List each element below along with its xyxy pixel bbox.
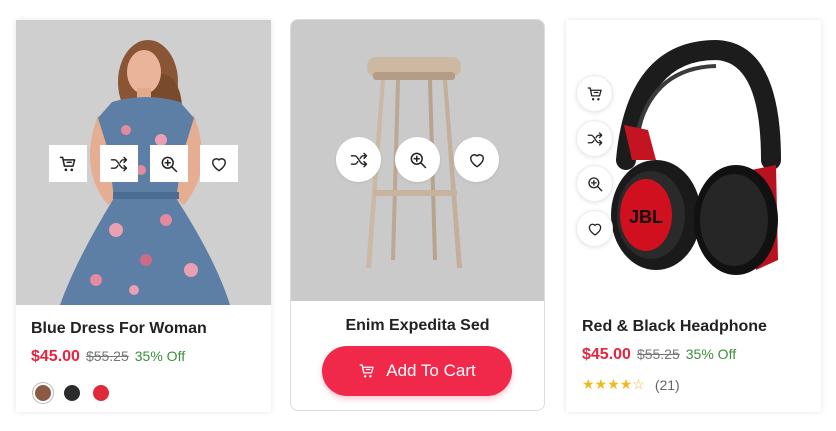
product-card-dress[interactable]: Blue Dress For Woman $45.00 $55.25 35% O… (16, 20, 271, 412)
compare-button[interactable] (576, 120, 613, 157)
shuffle-icon (586, 130, 604, 148)
star-full-icon: ★ (594, 376, 608, 392)
old-price: $55.25 (85, 348, 129, 364)
color-swatch-brown[interactable] (35, 385, 51, 401)
compare-button[interactable] (100, 145, 138, 182)
shuffle-icon (349, 150, 369, 170)
color-swatch-red[interactable] (93, 385, 109, 401)
current-price: $45.00 (582, 346, 631, 363)
old-price: $55.25 (636, 346, 680, 362)
heart-icon (586, 220, 604, 238)
add-to-cart-button[interactable]: Add To Cart (322, 346, 512, 396)
color-swatch-black[interactable] (64, 385, 80, 401)
product-image-headphone[interactable]: JBL (566, 20, 821, 305)
cart-icon (58, 154, 78, 174)
wishlist-button[interactable] (576, 210, 613, 247)
wishlist-button[interactable] (454, 137, 499, 182)
quick-view-button[interactable] (150, 145, 188, 182)
product-title[interactable]: Red & Black Headphone (582, 318, 767, 336)
quick-view-button[interactable] (395, 137, 440, 182)
product-title[interactable]: Enim Expedita Sed (291, 317, 544, 335)
star-rating: ★★★★☆ (582, 376, 645, 393)
discount-label: 35% Off (134, 348, 186, 364)
heart-icon (209, 154, 229, 174)
product-image-dress[interactable] (16, 20, 271, 305)
star-full-icon: ★ (582, 376, 595, 392)
rating: ★★★★☆ (21) (582, 376, 680, 393)
quick-view-button[interactable] (576, 165, 613, 202)
add-to-cart-button[interactable] (576, 75, 613, 112)
price-row: $45.00 $55.25 35% Off (31, 348, 185, 366)
wishlist-button[interactable] (200, 145, 238, 182)
brand-logo: JBL (629, 207, 663, 227)
cart-icon (586, 85, 604, 103)
star-full-icon: ★ (607, 376, 620, 392)
product-card-headphone[interactable]: JBL Red & Black Headphone $45.00 $55.25 … (566, 20, 821, 412)
shuffle-icon (109, 154, 129, 174)
heart-icon (467, 150, 487, 170)
discount-label: 35% Off (685, 346, 737, 362)
star-empty-icon: ☆ (632, 376, 645, 392)
compare-button[interactable] (336, 137, 381, 182)
product-image-stool[interactable] (291, 20, 544, 301)
product-card-stool[interactable]: Enim Expedita Sed Add To Cart (290, 19, 545, 411)
product-title[interactable]: Blue Dress For Woman (31, 320, 207, 338)
zoom-icon (408, 150, 428, 170)
zoom-icon (586, 175, 604, 193)
cart-icon (358, 362, 376, 380)
add-to-cart-button[interactable] (49, 145, 87, 182)
review-count[interactable]: (21) (655, 377, 680, 393)
add-to-cart-label: Add To Cart (386, 361, 476, 380)
headphone-illustration: JBL (611, 39, 781, 275)
zoom-icon (159, 154, 179, 174)
star-full-icon: ★ (619, 376, 633, 392)
price-row: $45.00 $55.25 35% Off (582, 346, 736, 364)
current-price: $45.00 (31, 348, 80, 365)
